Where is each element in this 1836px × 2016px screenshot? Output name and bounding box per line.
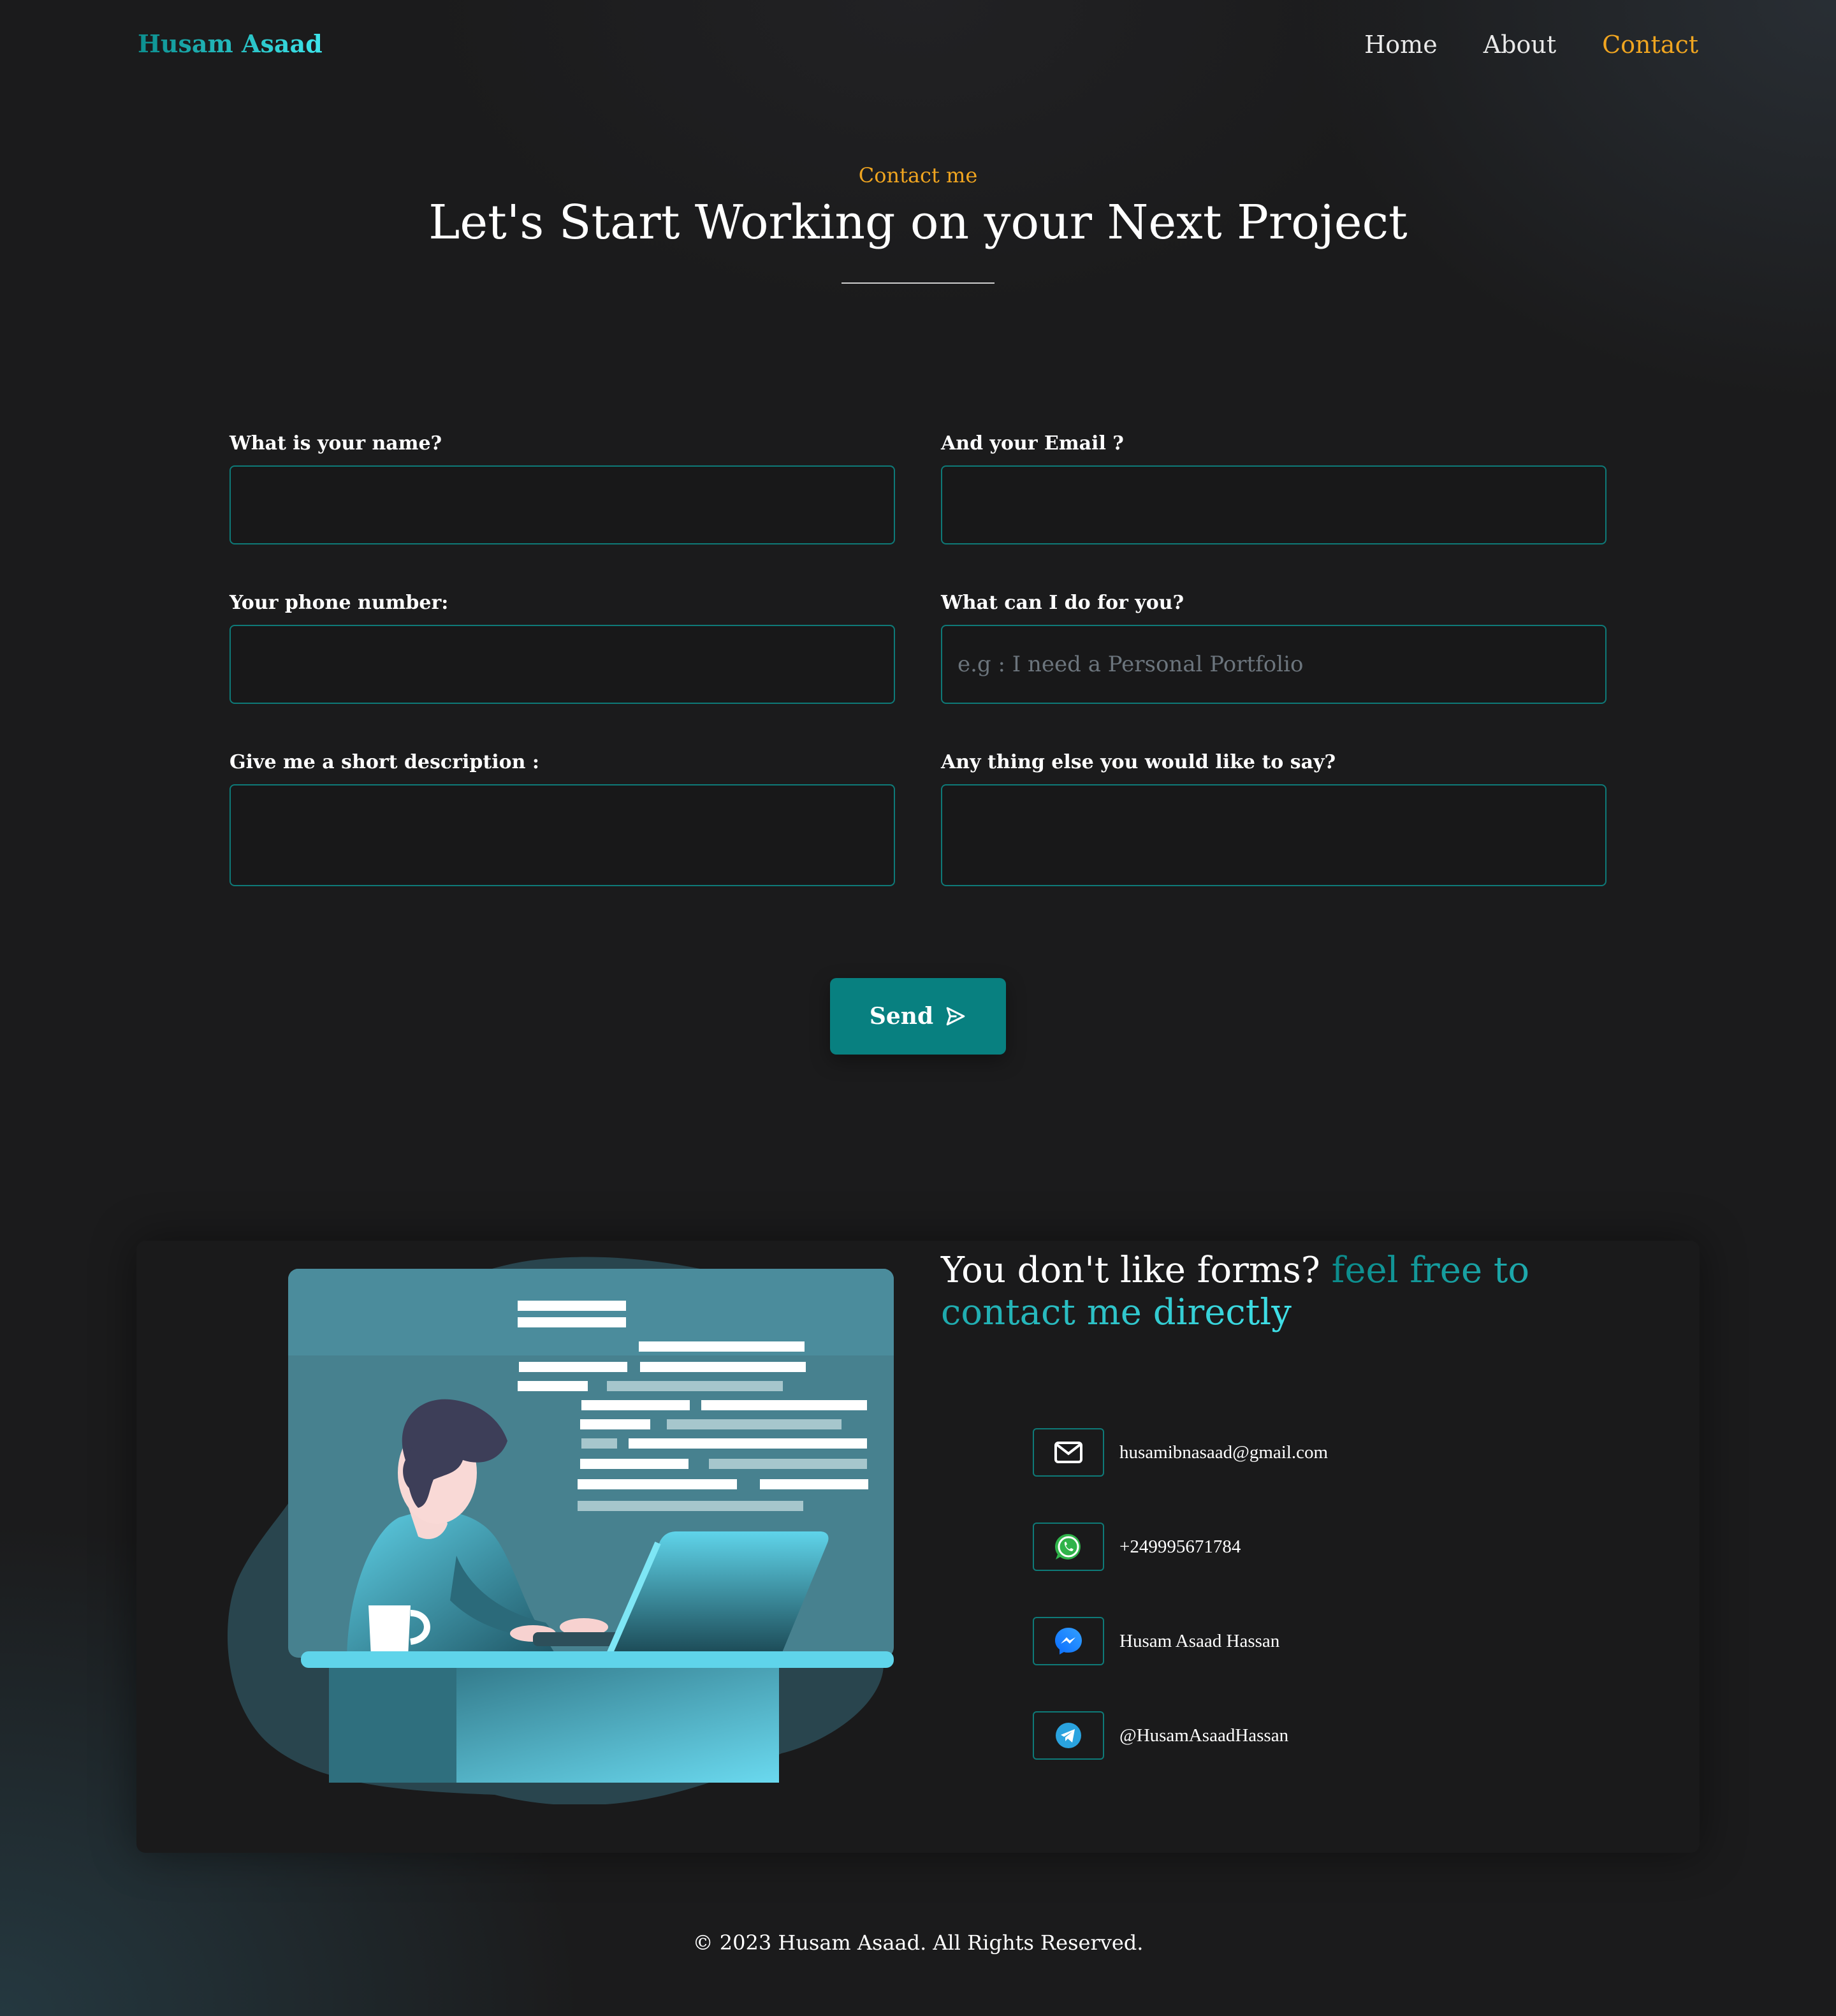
mail-icon [1033,1428,1104,1477]
description-label: Give me a short description : [229,751,539,773]
nav-contact-link[interactable]: Contact [1602,31,1698,59]
telegram-icon [1033,1711,1104,1760]
contact-whatsapp-row[interactable]: +249995671784 [1033,1523,1241,1571]
contact-telegram-row[interactable]: @HusamAsaadHassan [1033,1711,1288,1760]
direct-contact-heading: You don't like forms? feel free to conta… [941,1250,1617,1334]
main-nav: Home About Contact [1364,31,1698,59]
phone-label: Your phone number: [229,592,449,614]
email-label: And your Email ? [941,432,1124,455]
service-input[interactable] [941,625,1606,704]
section-eyebrow: Contact me [858,163,978,187]
page-title: Let's Start Working on your Next Project [428,195,1408,250]
messenger-icon [1033,1617,1104,1665]
send-label: Send [869,1003,934,1030]
contact-email-row[interactable]: husamibnasaad@gmail.com [1033,1428,1328,1477]
nav-about-link[interactable]: About [1483,31,1556,59]
service-label: What can I do for you? [941,592,1184,614]
title-divider [841,282,994,284]
send-icon [946,1007,965,1026]
contact-email-text: husamibnasaad@gmail.com [1119,1442,1329,1463]
footer-copyright: © 2023 Husam Asaad. All Rights Reserved. [692,1931,1144,1955]
site-logo[interactable]: Husam Asaad [138,29,323,58]
send-button[interactable]: Send [830,978,1006,1055]
email-input[interactable] [941,465,1606,544]
phone-input[interactable] [229,625,895,704]
contact-telegram-text: @HusamAsaadHassan [1119,1725,1289,1746]
direct-lead: You don't like forms? [941,1250,1320,1291]
extra-label: Any thing else you would like to say? [941,751,1336,773]
extra-textarea[interactable] [941,784,1606,886]
contact-whatsapp-text: +249995671784 [1119,1536,1241,1557]
description-textarea[interactable] [229,784,895,886]
contact-messenger-row[interactable]: Husam Asaad Hassan [1033,1617,1279,1665]
nav-home-link[interactable]: Home [1364,31,1438,59]
name-label: What is your name? [229,432,442,455]
developer-illustration [227,1257,894,1804]
contact-messenger-text: Husam Asaad Hassan [1119,1630,1280,1651]
whatsapp-icon [1033,1523,1104,1571]
name-input[interactable] [229,465,895,544]
